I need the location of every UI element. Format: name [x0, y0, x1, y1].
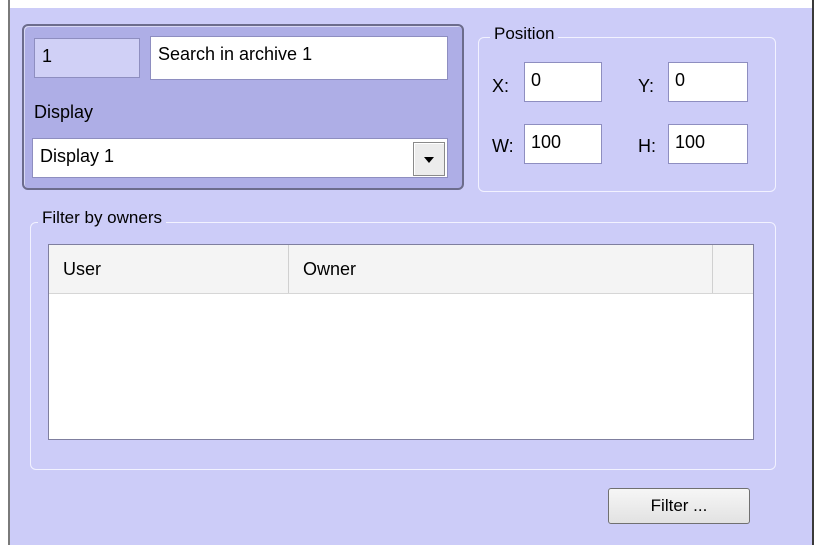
w-field[interactable]: 100	[524, 124, 602, 164]
x-value: 0	[531, 70, 542, 90]
display-selected-value: Display 1	[40, 146, 115, 166]
object-name-field[interactable]: Search in archive 1	[150, 36, 448, 80]
position-group	[478, 37, 776, 192]
object-id-value: 1	[42, 46, 53, 66]
position-legend: Position	[490, 24, 559, 44]
y-value: 0	[675, 70, 686, 90]
window-right-edge	[812, 0, 828, 545]
y-field[interactable]: 0	[668, 62, 748, 102]
display-label: Display	[34, 102, 94, 122]
chevron-down-icon[interactable]	[413, 142, 445, 176]
owners-filter-legend: Filter by owners	[38, 208, 166, 228]
w-value: 100	[531, 132, 562, 152]
window-left-edge	[0, 0, 10, 545]
owners-table[interactable]: User Owner	[48, 244, 754, 440]
filter-button[interactable]: Filter ...	[608, 488, 750, 524]
h-label: H:	[638, 136, 656, 156]
column-header-user[interactable]: User	[49, 245, 289, 293]
object-id-field[interactable]: 1	[34, 38, 140, 78]
table-header: User Owner	[49, 245, 753, 294]
w-label: W:	[492, 136, 514, 156]
h-field[interactable]: 100	[668, 124, 748, 164]
x-field[interactable]: 0	[524, 62, 602, 102]
display-select[interactable]: Display 1	[32, 138, 448, 178]
column-header-owner[interactable]: Owner	[289, 245, 713, 293]
window-top-edge	[0, 0, 828, 8]
column-header-filler	[713, 245, 753, 293]
h-value: 100	[675, 132, 706, 152]
x-label: X:	[492, 76, 510, 96]
y-label: Y:	[638, 76, 655, 96]
object-name-value: Search in archive 1	[158, 44, 313, 64]
